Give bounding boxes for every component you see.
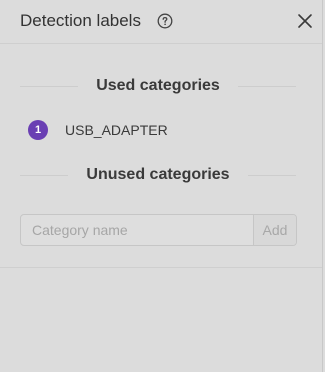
divider-right: [237, 85, 297, 87]
panel-edge: [322, 0, 323, 372]
used-categories-title: Used categories: [96, 77, 220, 94]
close-icon[interactable]: [296, 12, 314, 30]
divider-left: [20, 174, 69, 176]
unused-categories-title: Unused categories: [86, 166, 230, 183]
category-index-badge: 1: [28, 120, 48, 140]
category-name-input[interactable]: [21, 215, 254, 245]
detection-labels-panel: Detection labels Used categories 1 USB_A…: [0, 0, 322, 268]
used-categories-heading: Used categories: [20, 75, 297, 97]
category-name: USB_ADAPTER: [65, 122, 168, 138]
panel-title: Detection labels: [20, 11, 141, 30]
panel-header: Detection labels: [0, 0, 322, 44]
category-item[interactable]: 1 USB_ADAPTER: [28, 120, 168, 140]
unused-categories-heading: Unused categories: [20, 164, 296, 186]
divider-right: [247, 174, 296, 176]
question-circle-icon[interactable]: [157, 13, 173, 29]
divider-left: [20, 85, 79, 87]
add-category-button[interactable]: Add: [253, 215, 296, 245]
new-category-form: Add: [20, 214, 297, 246]
